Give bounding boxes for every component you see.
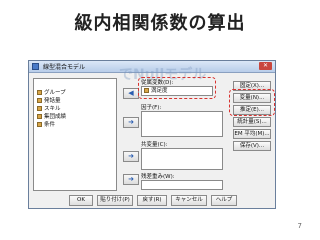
variable-icon — [37, 122, 42, 127]
close-icon[interactable]: ✕ — [259, 62, 272, 70]
variable-label: スキル — [44, 106, 61, 112]
move-covariate-button[interactable]: ➜ — [123, 151, 139, 162]
slide-title: 級内相関係数の算出 — [74, 13, 246, 34]
highlight-dependent — [138, 77, 216, 99]
variable-icon — [37, 90, 42, 95]
highlight-random — [229, 89, 275, 116]
move-factor-button[interactable]: ➜ — [123, 117, 139, 128]
em-means-button[interactable]: EM 平均(M)... — [233, 129, 271, 139]
dialog-title: 線型混合モデル — [43, 64, 86, 71]
arrow-left-icon: ◀ — [128, 89, 134, 97]
paste-button[interactable]: 貼り付け(P) — [97, 195, 133, 206]
variable-list[interactable]: グループ 発話量 スキル 集団成績 条件 — [33, 78, 117, 191]
linear-mixed-models-dialog: 線型混合モデル ✕ でNullモデル グループ 発話量 スキル 集団成績 条件 … — [28, 60, 276, 209]
list-item[interactable]: スキル — [37, 106, 61, 113]
arrow-right-icon: ➜ — [128, 152, 134, 160]
reset-button[interactable]: 戻す(R) — [137, 195, 167, 206]
factors-label: 因子(F): — [141, 105, 162, 111]
save-button[interactable]: 保存(V)... — [233, 141, 271, 151]
arrow-right-icon: ➜ — [128, 118, 134, 126]
app-icon — [32, 63, 39, 70]
weight-field[interactable] — [141, 180, 223, 190]
help-button[interactable]: ヘルプ — [211, 195, 237, 206]
list-item[interactable]: 発話量 — [37, 98, 61, 105]
variable-label: 集団成績 — [44, 114, 67, 120]
variable-icon — [37, 106, 42, 111]
cancel-button[interactable]: キャンセル — [171, 195, 207, 206]
list-item[interactable]: 条件 — [37, 122, 55, 129]
move-dependent-button[interactable]: ◀ — [123, 88, 139, 99]
list-item[interactable]: 集団成績 — [37, 114, 66, 121]
page-number: 7 — [297, 222, 302, 230]
variable-label: 発話量 — [44, 98, 61, 104]
variable-label: グループ — [44, 90, 66, 96]
list-item[interactable]: グループ — [37, 90, 66, 97]
variable-icon — [37, 98, 42, 103]
arrow-right-icon: ➜ — [128, 175, 134, 183]
statistics-button[interactable]: 統計量(S)... — [233, 117, 271, 127]
move-weight-button[interactable]: ➜ — [123, 174, 139, 185]
weight-label: 残差重み(W): — [141, 174, 175, 180]
covariates-list[interactable] — [141, 148, 223, 170]
factors-list[interactable] — [141, 111, 223, 137]
ok-button[interactable]: OK — [69, 195, 93, 206]
covariates-label: 共変量(C): — [141, 142, 168, 148]
variable-label: 条件 — [44, 122, 56, 128]
variable-icon — [37, 114, 42, 119]
